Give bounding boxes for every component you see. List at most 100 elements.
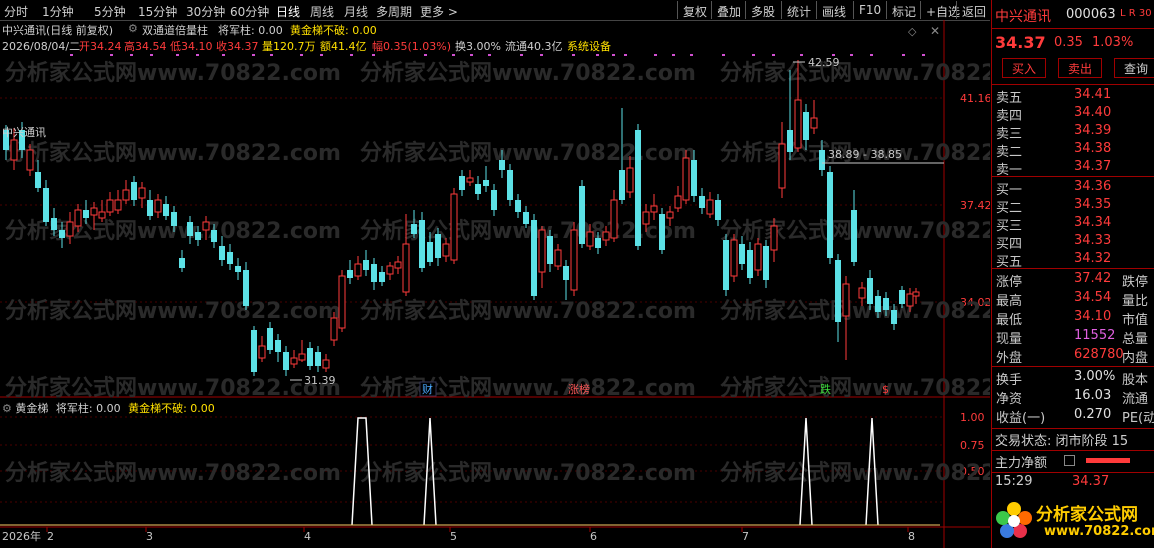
candle[interactable]	[466, 177, 474, 183]
candle[interactable]	[59, 230, 65, 238]
candle[interactable]	[819, 150, 825, 170]
candle[interactable]	[723, 240, 729, 290]
candle[interactable]	[307, 348, 313, 366]
buy-button[interactable]: 买入	[1002, 58, 1046, 78]
candle[interactable]	[219, 246, 225, 260]
candle[interactable]	[491, 190, 497, 210]
candle[interactable]	[754, 243, 762, 271]
candle[interactable]	[770, 225, 778, 251]
indicator-name[interactable]: 双通道倍量柱	[142, 22, 208, 38]
stats1-row[interactable]: 最低 34.10 市值	[994, 309, 1154, 329]
candle[interactable]	[267, 328, 273, 350]
candle[interactable]	[298, 353, 306, 361]
candle[interactable]	[570, 229, 578, 291]
candle[interactable]	[883, 298, 889, 310]
stats1-row[interactable]: 外盘 628780 内盘	[994, 347, 1154, 367]
candle[interactable]	[202, 221, 210, 231]
bid-row[interactable]: 买二 34.35	[994, 197, 1154, 217]
candle[interactable]	[147, 200, 153, 216]
list-icon[interactable]	[1064, 455, 1075, 466]
candle[interactable]	[851, 210, 857, 262]
candle[interactable]	[650, 205, 658, 213]
ask-row[interactable]: 卖五 34.41	[994, 87, 1154, 107]
candle[interactable]	[402, 243, 410, 293]
candle[interactable]	[163, 204, 169, 216]
stats1-row[interactable]: 涨停 37.42 跌停	[994, 271, 1154, 291]
ask-row[interactable]: 卖二 34.38	[994, 141, 1154, 161]
candle[interactable]	[579, 186, 585, 244]
candle[interactable]	[747, 250, 753, 278]
candle[interactable]	[227, 252, 233, 264]
candle[interactable]	[706, 199, 714, 215]
candle[interactable]	[787, 130, 793, 152]
candle[interactable]	[538, 229, 546, 273]
candle[interactable]	[187, 222, 193, 236]
stats1-row[interactable]: 最高 34.54 量比	[994, 290, 1154, 310]
candle[interactable]	[635, 130, 641, 246]
candle[interactable]	[386, 265, 394, 275]
candle[interactable]	[515, 200, 521, 212]
candle[interactable]	[83, 210, 89, 218]
ask-row[interactable]: 卖四 34.40	[994, 105, 1154, 125]
candle[interactable]	[475, 184, 481, 194]
candle[interactable]	[763, 246, 769, 280]
candle[interactable]	[154, 199, 162, 213]
candle[interactable]	[835, 260, 841, 322]
candle[interactable]	[547, 236, 553, 264]
candle[interactable]	[554, 249, 562, 267]
candle[interactable]	[235, 266, 241, 272]
candle[interactable]	[74, 209, 82, 227]
candle[interactable]	[906, 293, 914, 307]
event-marker-drop[interactable]: 跌	[820, 382, 831, 396]
candle[interactable]	[691, 160, 697, 196]
candle[interactable]	[26, 149, 34, 171]
candle[interactable]	[891, 310, 897, 324]
candle[interactable]	[699, 196, 705, 208]
event-marker-gainers[interactable]: 涨榜	[568, 382, 590, 396]
candle[interactable]	[51, 218, 57, 230]
candle[interactable]	[563, 266, 569, 280]
candle[interactable]	[114, 199, 122, 211]
candle[interactable]	[379, 272, 385, 282]
candle[interactable]	[338, 275, 346, 329]
candle[interactable]	[43, 188, 49, 222]
candle[interactable]	[778, 143, 786, 189]
bid-row[interactable]: 买三 34.34	[994, 215, 1154, 235]
candle[interactable]	[138, 187, 146, 199]
candle[interactable]	[35, 172, 41, 188]
candle[interactable]	[363, 260, 369, 270]
candle[interactable]	[666, 211, 674, 219]
stats2-row[interactable]: 净资 16.03 流通	[994, 388, 1154, 408]
candle[interactable]	[290, 357, 298, 365]
candle[interactable]	[507, 170, 513, 200]
candle[interactable]	[371, 264, 377, 282]
candle[interactable]	[275, 340, 281, 352]
candle[interactable]	[354, 263, 362, 277]
candle[interactable]	[674, 195, 682, 209]
event-marker-dividend[interactable]: $	[882, 383, 889, 396]
event-marker-finance[interactable]: 财	[422, 382, 433, 396]
bid-row[interactable]: 买一 34.36	[994, 179, 1154, 199]
candle[interactable]	[803, 112, 809, 140]
candle[interactable]	[171, 212, 177, 226]
candle[interactable]	[642, 211, 650, 225]
candle[interactable]	[394, 261, 402, 269]
candle[interactable]	[730, 239, 738, 277]
candle[interactable]	[682, 157, 690, 201]
candle[interactable]	[499, 160, 505, 170]
candle[interactable]	[450, 193, 458, 261]
candle[interactable]	[347, 270, 353, 278]
bid-row[interactable]: 买四 34.33	[994, 233, 1154, 253]
candle[interactable]	[602, 231, 610, 241]
candle[interactable]	[715, 200, 721, 220]
candle[interactable]	[827, 172, 833, 258]
candle[interactable]	[258, 345, 266, 359]
candle[interactable]	[322, 359, 330, 369]
candle[interactable]	[586, 231, 594, 247]
candle[interactable]	[858, 287, 866, 299]
candle[interactable]	[122, 189, 130, 201]
candle[interactable]	[523, 212, 529, 224]
candle[interactable]	[211, 230, 217, 242]
candle[interactable]	[867, 278, 873, 304]
candle[interactable]	[195, 232, 201, 240]
